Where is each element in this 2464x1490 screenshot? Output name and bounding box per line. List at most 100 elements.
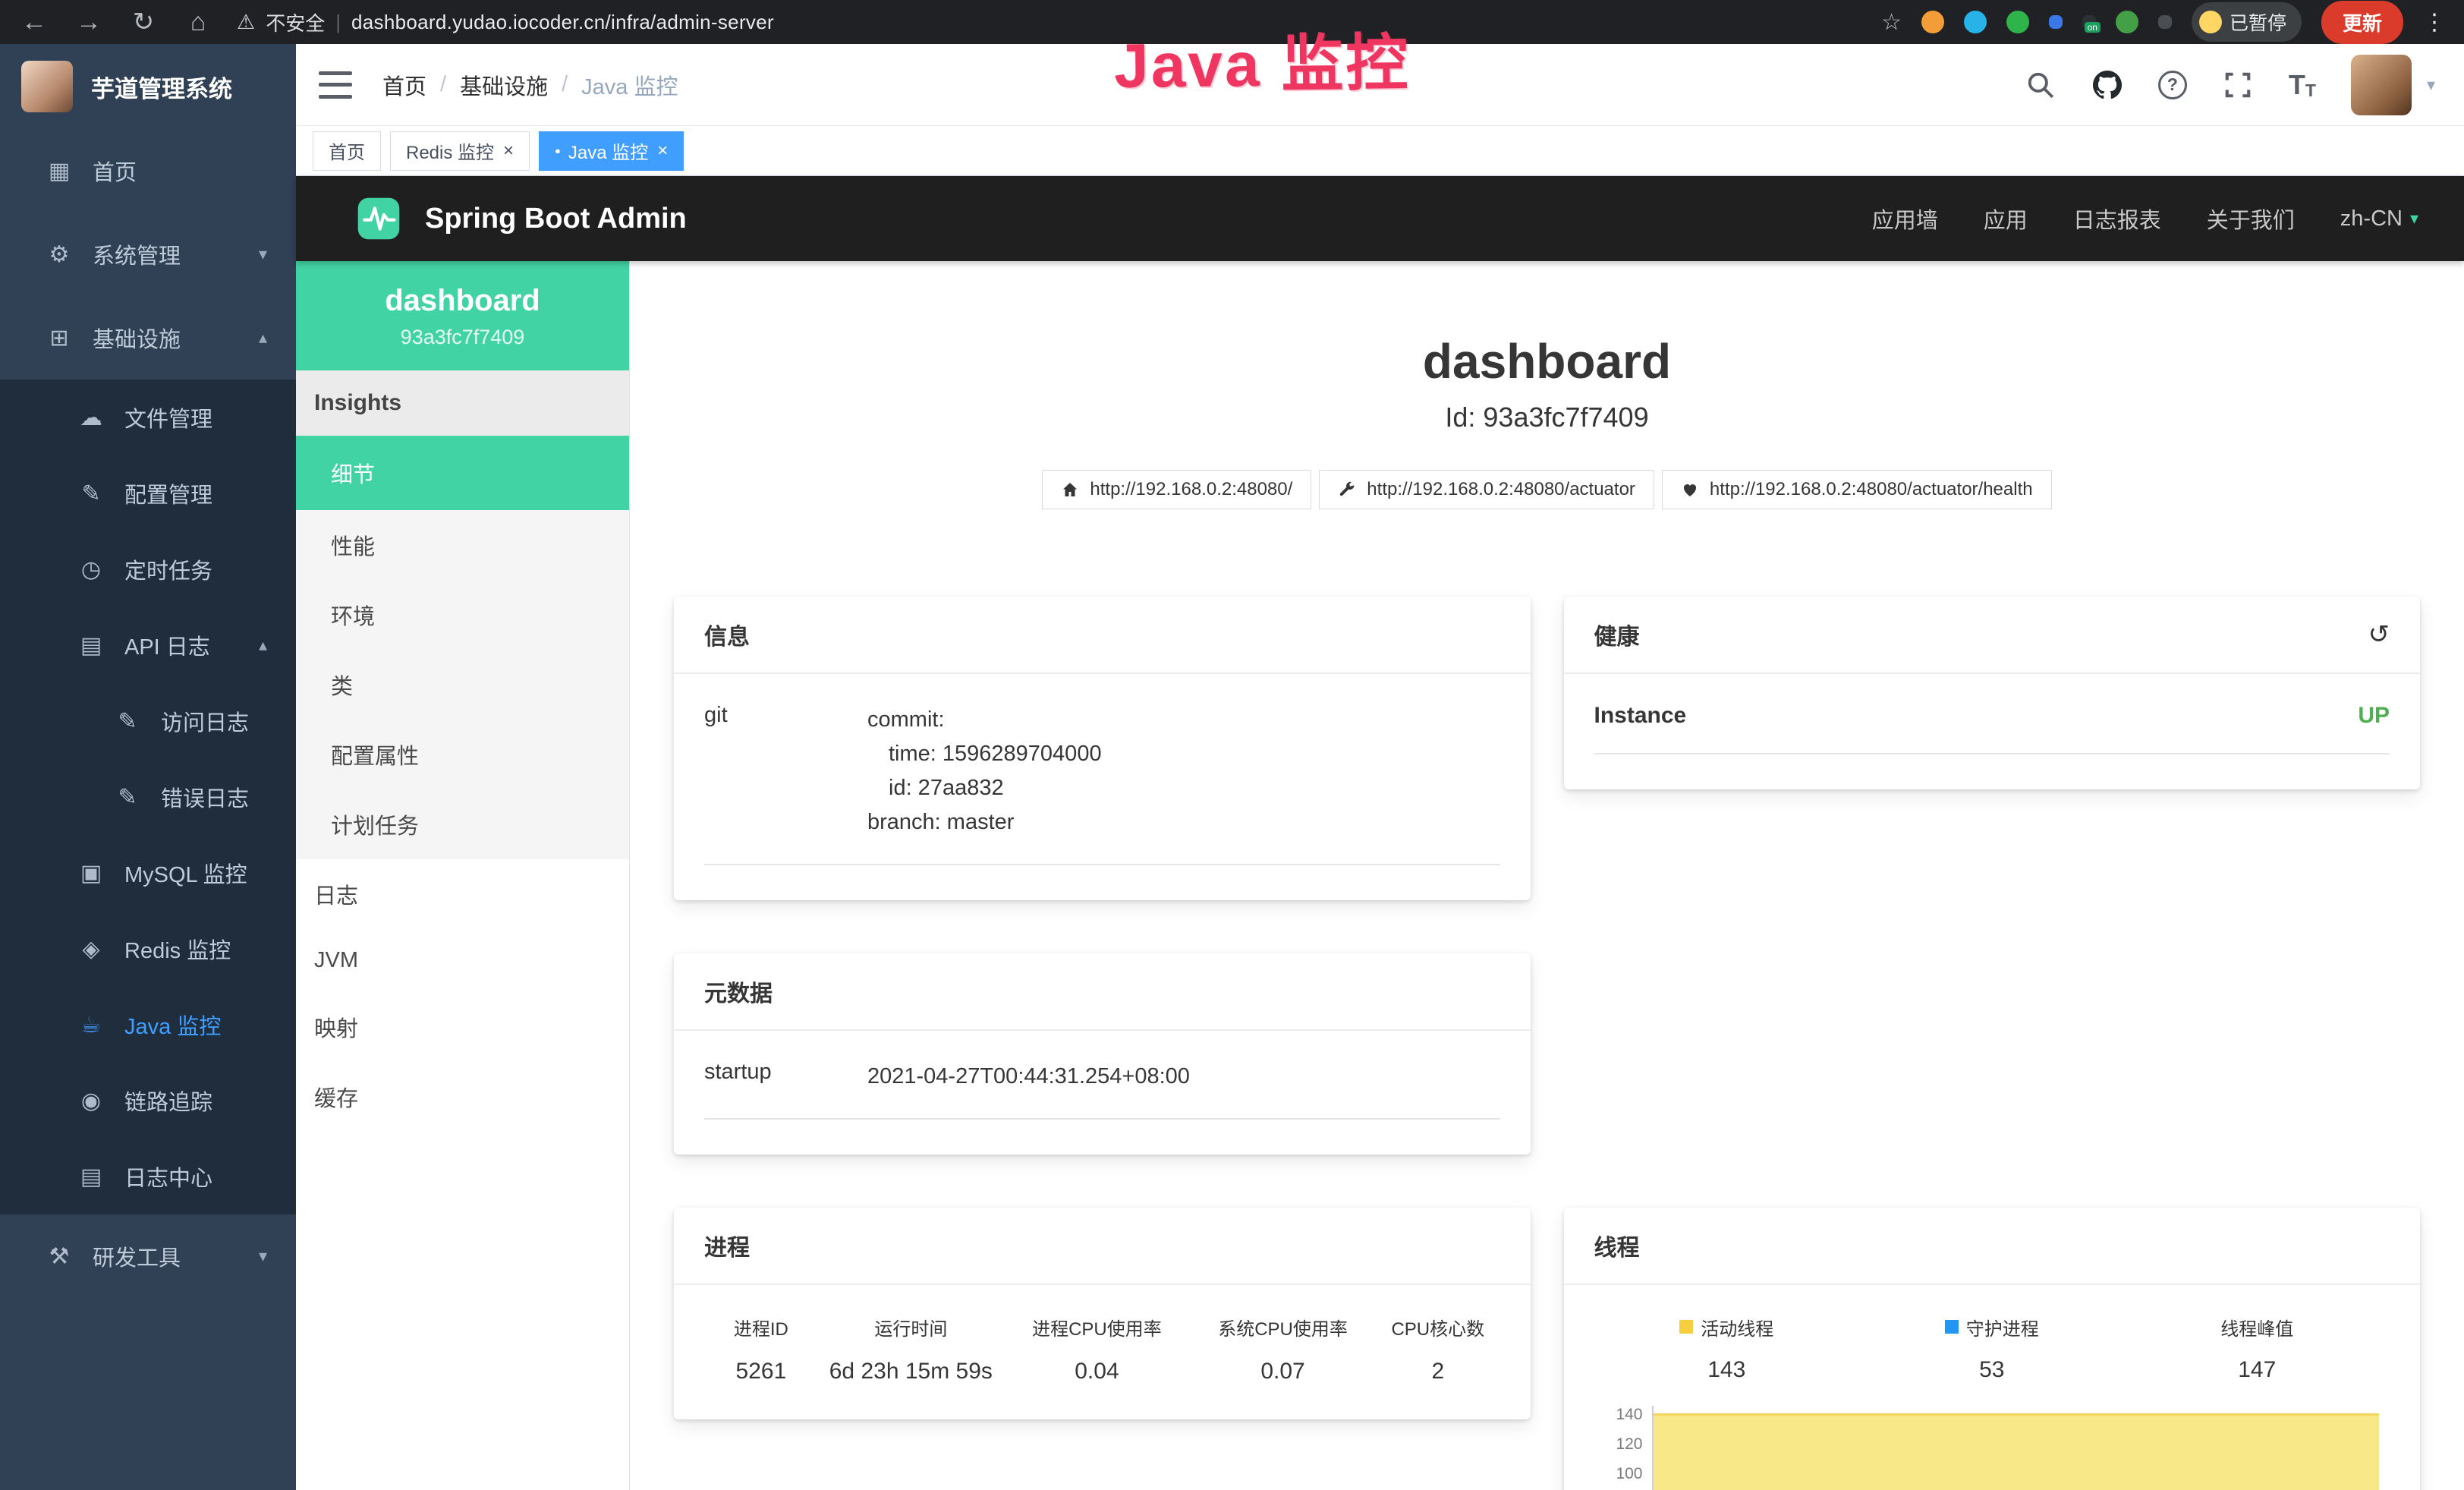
sidebar-item-config[interactable]: ✎ 配置管理	[0, 455, 296, 531]
chevron-up-icon: ▴	[259, 635, 267, 655]
legend-value: 147	[2125, 1357, 2390, 1383]
log-icon: ▤	[77, 1164, 105, 1190]
avatar-caret-icon[interactable]: ▾	[2427, 75, 2435, 95]
sidebar-item-job[interactable]: ◷ 定时任务	[0, 531, 296, 607]
legend-yellow-swatch	[1679, 1320, 1693, 1334]
extension-icon-4[interactable]	[2049, 15, 2063, 29]
breadcrumb-home[interactable]: 首页	[382, 69, 426, 101]
fullscreen-icon[interactable]	[2222, 69, 2254, 101]
bookmark-star-icon[interactable]: ☆	[1881, 9, 1902, 36]
app-logo[interactable]: 芋道管理系统	[0, 44, 296, 129]
github-icon[interactable]	[2091, 69, 2123, 101]
user-avatar[interactable]	[2351, 55, 2412, 115]
health-instance-row[interactable]: Instance UP	[1594, 703, 2390, 754]
sidebar-item-mysql[interactable]: ▣ MySQL 监控	[0, 835, 296, 911]
ytick: 100	[1616, 1465, 1642, 1483]
sidebar-item-home[interactable]: ▦ 首页	[0, 129, 296, 213]
chevron-up-icon: ▴	[259, 328, 267, 348]
instance-health-link[interactable]: http://192.168.0.2:48080/actuator/health	[1662, 470, 2052, 509]
update-button[interactable]: 更新	[2321, 1, 2403, 44]
sidebar-item-infra[interactable]: ⊞ 基础设施 ▴	[0, 296, 296, 380]
wrench-icon	[1338, 480, 1356, 499]
extension-icon-5[interactable]: on	[2082, 15, 2096, 29]
sidebar-item-label: 文件管理	[124, 402, 212, 433]
sidebar-item-system[interactable]: ⚙ 系统管理 ▾	[0, 213, 296, 296]
sba-item-classes[interactable]: 类	[296, 650, 629, 720]
help-icon[interactable]: ?	[2158, 71, 2187, 99]
url-text[interactable]: dashboard.yudao.iocoder.cn/infra/admin-s…	[351, 11, 774, 34]
close-icon[interactable]: ×	[503, 140, 514, 162]
sba-nav-about[interactable]: 关于我们	[2207, 203, 2295, 235]
legend-value: 53	[1859, 1357, 2125, 1383]
ytick: 120	[1616, 1435, 1642, 1454]
sidebar-item-log-center[interactable]: ▤ 日志中心	[0, 1139, 296, 1214]
extension-icon-3[interactable]	[2006, 11, 2029, 33]
sba-nav-applications[interactable]: 应用	[1984, 203, 2028, 235]
browser-menu-icon[interactable]: ⋮	[2423, 9, 2446, 36]
sba-brand[interactable]: Spring Boot Admin	[425, 203, 687, 235]
sba-item-configprops[interactable]: 配置属性	[296, 720, 629, 789]
sidebar-item-api-log[interactable]: ▤ API 日志 ▴	[0, 607, 296, 683]
extension-icon-2[interactable]	[1964, 11, 1987, 33]
close-icon[interactable]: ×	[657, 140, 668, 162]
breadcrumb-separator: /	[562, 72, 568, 97]
infra-submenu: ☁ 文件管理 ✎ 配置管理 ◷ 定时任务 ▤ API 日志 ▴ ✎	[0, 380, 296, 1214]
sba-item-scheduledtasks[interactable]: 计划任务	[296, 789, 629, 859]
sba-item-env[interactable]: 环境	[296, 580, 629, 650]
reload-button[interactable]: ↻	[127, 7, 159, 37]
paused-badge[interactable]: 已暂停	[2192, 2, 2302, 42]
forward-button[interactable]: →	[73, 8, 105, 37]
sba-item-caches[interactable]: 缓存	[296, 1062, 629, 1132]
extension-on-badge: on	[2085, 22, 2101, 33]
sba-item-logfile[interactable]: 日志	[296, 859, 629, 929]
extension-icon-6[interactable]	[2116, 11, 2138, 33]
locale-select[interactable]: zh-CN ▾	[2340, 206, 2418, 232]
sba-item-details[interactable]: 细节	[296, 436, 629, 510]
dashboard-icon: ▦	[46, 158, 73, 184]
sba-nav-wallboard[interactable]: 应用墙	[1872, 203, 1938, 235]
breadcrumb-current: Java 监控	[581, 69, 678, 101]
history-icon[interactable]: ↺	[2368, 619, 2390, 650]
search-icon[interactable]	[2025, 69, 2056, 101]
extension-icon-1[interactable]	[1921, 11, 1944, 33]
process-col-value: 0.07	[1190, 1359, 1376, 1384]
emoji-face-icon	[2199, 11, 2222, 33]
instance-base-link[interactable]: http://192.168.0.2:48080/	[1042, 470, 1311, 509]
address-bar[interactable]: ⚠ 不安全 | dashboard.yudao.iocoder.cn/infra…	[237, 8, 774, 36]
sidebar-item-dev-tools[interactable]: ⚒ 研发工具 ▾	[0, 1214, 296, 1298]
extension-icon-7[interactable]	[2158, 15, 2172, 29]
page-title: dashboard	[630, 333, 2464, 389]
info-git-row: git commit: time: 1596289704000 id: 27aa…	[704, 703, 1500, 865]
breadcrumb: 首页 / 基础设施 / Java 监控	[382, 69, 678, 101]
tab-redis[interactable]: Redis 监控 ×	[390, 131, 530, 171]
browser-home-button[interactable]: ⌂	[182, 8, 214, 37]
instance-actuator-link[interactable]: http://192.168.0.2:48080/actuator	[1319, 470, 1654, 509]
sba-nav-journal[interactable]: 日志报表	[2073, 203, 2161, 235]
sba-item-mappings[interactable]: 映射	[296, 992, 629, 1062]
hamburger-icon[interactable]	[319, 71, 352, 99]
sba-group-insights: Insights	[296, 370, 629, 436]
legend-label: 活动线程	[1701, 1314, 1773, 1340]
font-size-icon[interactable]: TT	[2289, 69, 2316, 101]
sba-item-metrics[interactable]: 性能	[296, 510, 629, 580]
sidebar-item-access-log[interactable]: ✎ 访问日志	[0, 683, 296, 759]
tab-java[interactable]: ● Java 监控 ×	[539, 131, 684, 171]
sidebar-item-java[interactable]: ☕ Java 监控	[0, 987, 296, 1063]
sba-item-jvm[interactable]: JVM	[296, 929, 629, 992]
heart-icon	[1681, 480, 1699, 499]
back-button[interactable]: ←	[18, 8, 50, 37]
sidebar-item-file[interactable]: ☁ 文件管理	[0, 380, 296, 455]
sba-instance-header[interactable]: dashboard 93a3fc7f7409	[296, 261, 629, 370]
sidebar-item-trace[interactable]: ◉ 链路追踪	[0, 1063, 296, 1139]
cards-grid: 信息 git commit: time: 1596289704000 id: 2…	[630, 509, 2464, 1490]
threads-chart-plot	[1652, 1406, 2380, 1490]
sidebar-item-label: 访问日志	[161, 705, 249, 737]
card-threads: 线程 活动线程 守护进程	[1564, 1208, 2421, 1490]
document-icon: ✎	[114, 708, 141, 735]
breadcrumb-infra[interactable]: 基础设施	[460, 69, 548, 101]
sidebar-item-error-log[interactable]: ✎ 错误日志	[0, 759, 296, 835]
card-info-body: git commit: time: 1596289704000 id: 27aa…	[674, 674, 1531, 900]
security-warning-icon: ⚠	[237, 11, 255, 34]
tab-home[interactable]: 首页	[313, 131, 381, 171]
sidebar-item-redis[interactable]: ◈ Redis 监控	[0, 911, 296, 987]
